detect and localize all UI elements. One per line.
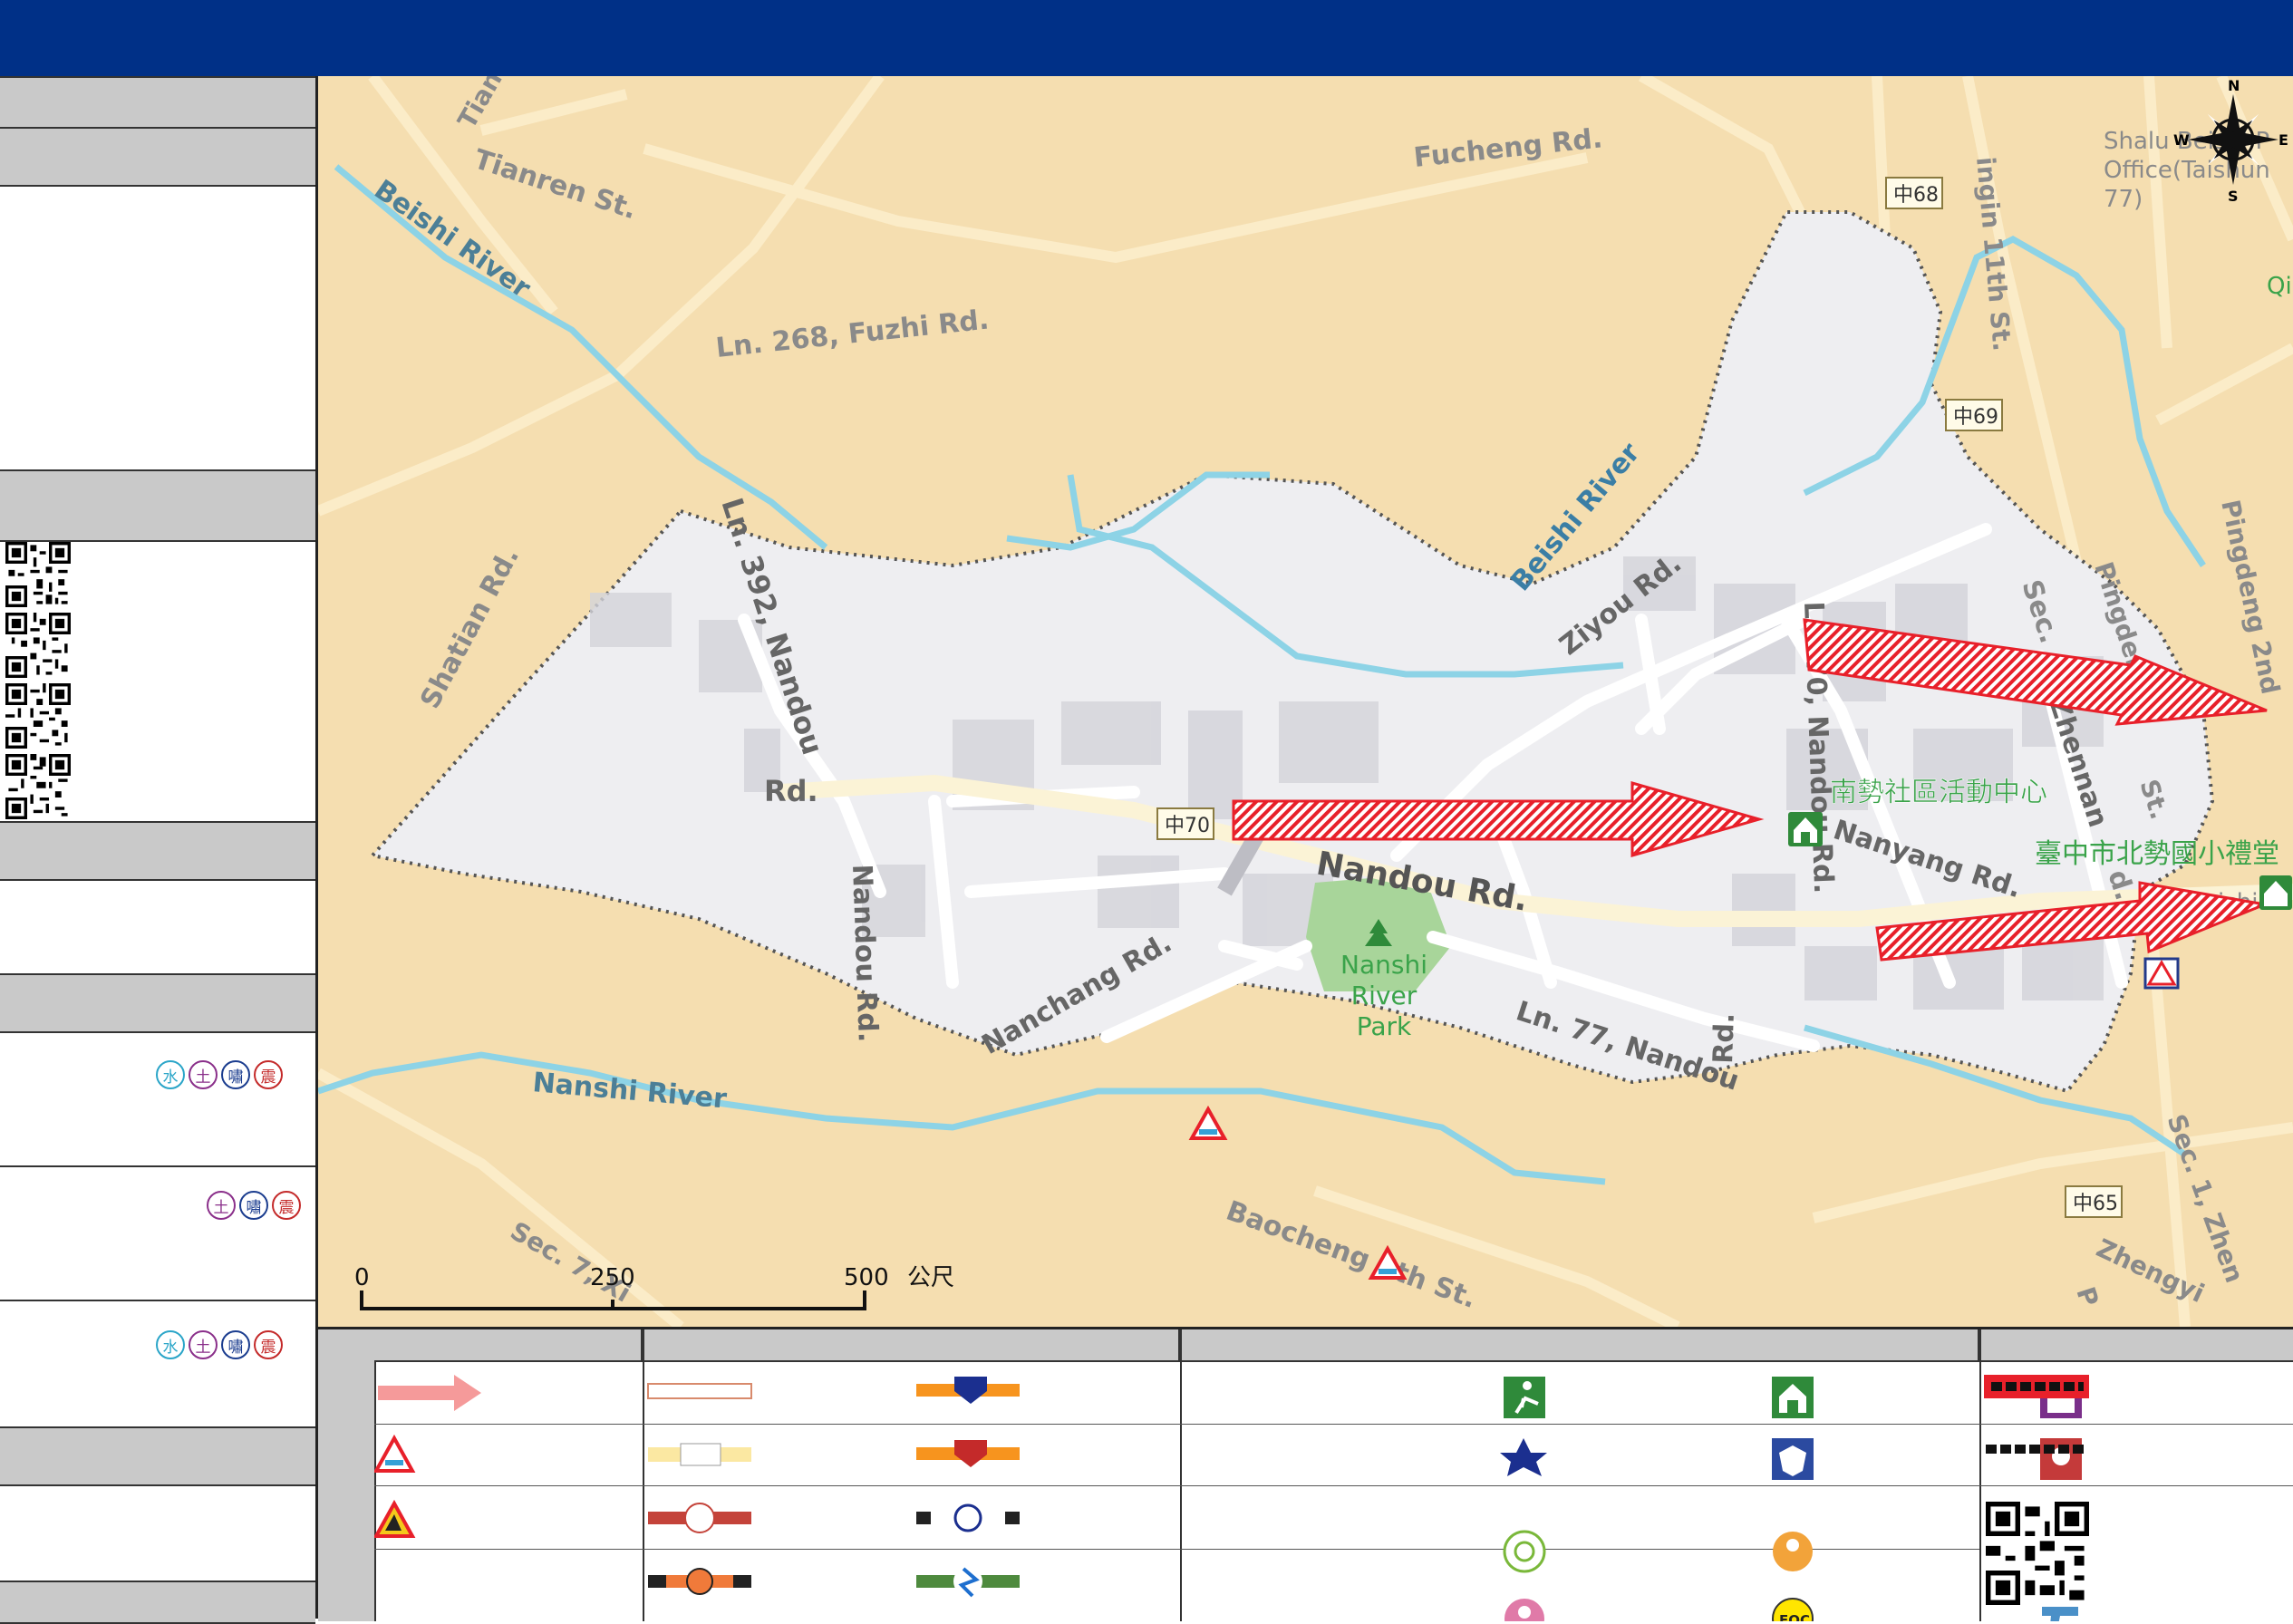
sidebar-header-5 bbox=[0, 1426, 315, 1486]
label-nandou-rd-b: Nandou Rd. bbox=[846, 864, 884, 1043]
hazard-badge-icon: 土 bbox=[207, 1191, 236, 1220]
legend-medical-icon bbox=[1500, 1438, 1547, 1476]
sidebar-header-1 bbox=[0, 76, 315, 129]
hazard-badge-icon: 土 bbox=[189, 1060, 218, 1089]
map-canvas: 中68 中69 中70 中65 Tian Tianren St. Fucheng… bbox=[318, 76, 2293, 1327]
label-77: 77) bbox=[2104, 186, 2143, 213]
label-rd: Rd. bbox=[1708, 1012, 1741, 1064]
park-name-2: River bbox=[1351, 981, 1417, 1010]
qr-code-1[interactable] bbox=[5, 542, 71, 607]
sidebar-divider bbox=[0, 1300, 315, 1301]
legend-evacuation-arrow-icon bbox=[378, 1375, 481, 1411]
compass-e: E bbox=[2278, 131, 2288, 149]
label-office: Office(Taishun bbox=[2104, 157, 2270, 184]
hazard-badge-icon: 嘯 bbox=[221, 1330, 250, 1359]
sidebar-header-3 bbox=[0, 821, 315, 881]
legend-road-local-icon bbox=[647, 1383, 752, 1399]
legend-header-3 bbox=[1180, 1329, 1979, 1362]
compass-w: W bbox=[2173, 131, 2190, 149]
shield-zhong68: 中68 bbox=[1893, 184, 1939, 207]
hazard-row-1: 水土嘯震 bbox=[156, 1060, 283, 1089]
scale-500: 500 bbox=[844, 1264, 889, 1291]
legend-header-4 bbox=[1979, 1329, 2293, 1362]
sidebar-header-6 bbox=[0, 1580, 315, 1624]
evacuation-map[interactable]: 中68 中69 中70 中65 Tian Tianren St. Fucheng… bbox=[318, 76, 2293, 1327]
sidebar-divider bbox=[0, 1165, 315, 1167]
shield-zhong65: 中65 bbox=[2073, 1193, 2118, 1215]
compass-s: S bbox=[2228, 188, 2239, 205]
legend-side-label bbox=[318, 1329, 376, 1621]
legend-qr-code[interactable] bbox=[1986, 1502, 2089, 1605]
scale-250: 250 bbox=[590, 1264, 635, 1291]
hazard-badge-icon: 土 bbox=[189, 1330, 218, 1359]
legend-eoc-label: EOC bbox=[1779, 1612, 1810, 1621]
compass-n: N bbox=[2228, 77, 2240, 94]
qr-code-4[interactable] bbox=[5, 754, 71, 819]
hazard-badge-icon: 震 bbox=[254, 1330, 283, 1359]
info-sidebar: 水土嘯震 土嘯震 水土嘯震 bbox=[0, 76, 318, 1624]
park-name-3: Park bbox=[1357, 1011, 1412, 1041]
sidebar-header-qr bbox=[0, 469, 315, 542]
scale-0: 0 bbox=[354, 1264, 370, 1291]
legend-flood-icon bbox=[374, 1434, 416, 1473]
qr-code-2[interactable] bbox=[5, 613, 71, 678]
hazard-badge-icon: 水 bbox=[156, 1060, 185, 1089]
scale-unit: 公尺 bbox=[907, 1264, 954, 1291]
hazard-row-2: 土嘯震 bbox=[207, 1191, 301, 1220]
shield-zhong69: 中69 bbox=[1953, 406, 1998, 429]
hazard-badge-icon: 水 bbox=[156, 1330, 185, 1359]
map-legend: EOC bbox=[318, 1327, 2293, 1621]
community-center-label: 南勢社區活動中心 bbox=[1830, 777, 2047, 808]
sidebar-header-4 bbox=[0, 973, 315, 1033]
school-hall-label: 臺中市北勢國小禮堂 bbox=[2035, 838, 2279, 870]
hazard-badge-icon: 嘯 bbox=[221, 1060, 250, 1089]
label-nandou-rd-a: Rd. bbox=[764, 774, 818, 808]
shield-zhong70: 中70 bbox=[1165, 815, 1210, 837]
hazard-badge-icon: 嘯 bbox=[239, 1191, 268, 1220]
legend-helipad-icon bbox=[2042, 1607, 2078, 1621]
hazard-badge-icon: 震 bbox=[272, 1191, 301, 1220]
legend-header-1 bbox=[374, 1329, 643, 1362]
qr-code-3[interactable] bbox=[5, 683, 71, 749]
legend-header-2 bbox=[643, 1329, 1180, 1362]
legend-accessible-icon bbox=[1503, 1530, 1546, 1573]
title-bar bbox=[0, 0, 2293, 79]
park-name-1: Nanshi bbox=[1340, 950, 1427, 980]
hazard-row-3: 水土嘯震 bbox=[156, 1330, 283, 1359]
sidebar-header-2 bbox=[0, 127, 315, 187]
hazard-badge-icon: 震 bbox=[254, 1060, 283, 1089]
label-qi: Qi bbox=[2267, 273, 2292, 300]
